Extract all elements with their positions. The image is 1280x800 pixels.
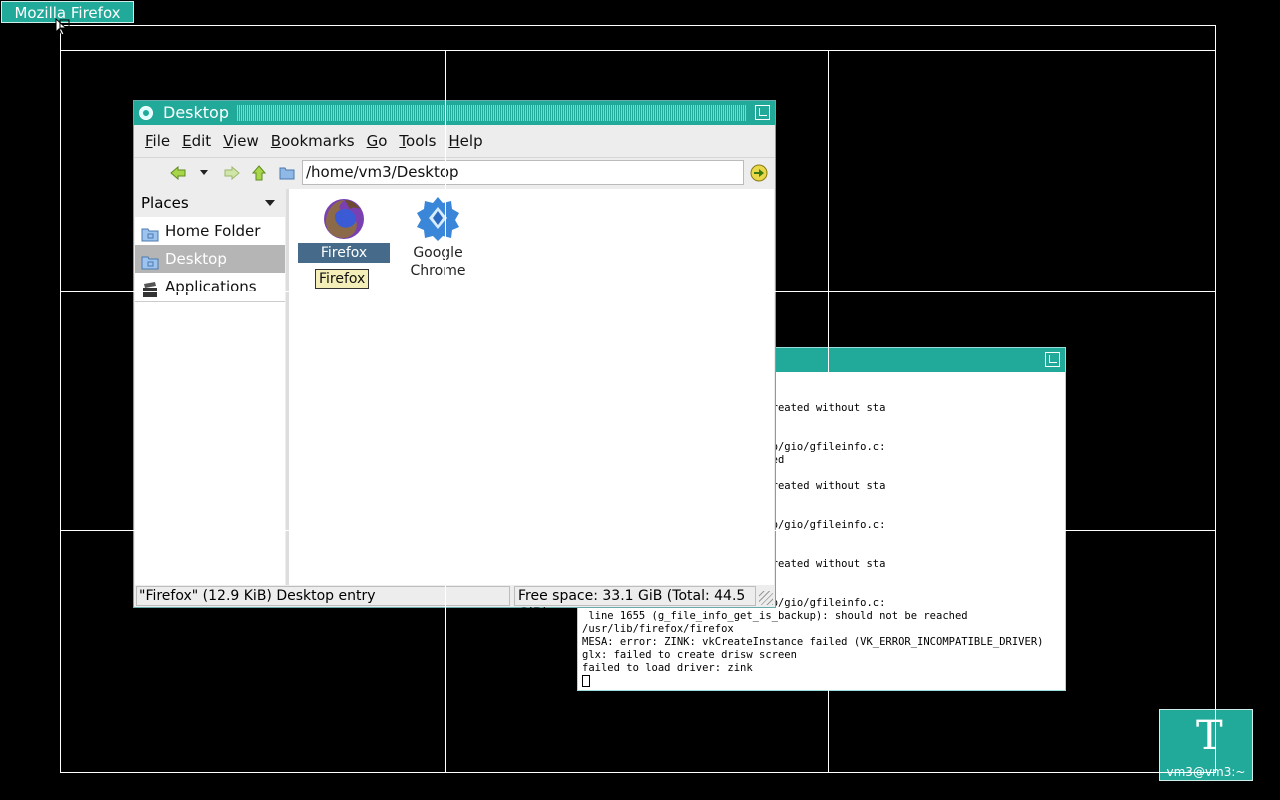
back-arrow-icon[interactable] (169, 164, 187, 182)
folder-location-icon (278, 164, 296, 182)
terminal-line: failed to load driver: zink (582, 662, 753, 674)
places-sidebar: Places Home Folder Desktop Applications (135, 189, 285, 585)
tooltip-firefox: Firefox (315, 269, 370, 289)
file-name-chrome-line1: Google (413, 245, 463, 261)
sidebar-item-label: Applications (165, 278, 257, 296)
chevron-down-icon[interactable] (265, 200, 275, 206)
toolbar: /home/vm3/Desktop (134, 157, 775, 187)
fm-title-bar[interactable]: Desktop (134, 101, 775, 125)
chrome-icon (391, 195, 485, 243)
forward-arrow-icon[interactable] (223, 164, 241, 182)
window-menu-icon[interactable] (139, 106, 153, 120)
terminal-line: line 1655 (g_file_info_get_is_backup): s… (582, 610, 968, 622)
text-cursor (582, 675, 590, 687)
mouse-pointer-icon (55, 17, 71, 36)
menu-file[interactable]: File (145, 132, 170, 150)
folder-desktop-icon (141, 251, 159, 270)
terminal-line: MESA: error: ZINK: vkCreateInstance fail… (582, 636, 1044, 648)
title-bar-stripes (237, 105, 747, 121)
menu-bookmarks[interactable]: Bookmarks (271, 132, 355, 150)
menu-go[interactable]: Go (367, 132, 388, 150)
menu-help[interactable]: Help (448, 132, 482, 150)
places-divider (135, 301, 285, 302)
file-name-chrome-line2: Chrome (410, 263, 466, 279)
file-name-firefox: Firefox (298, 243, 390, 263)
sidebar-item-label: Home Folder (165, 222, 261, 240)
menu-edit[interactable]: Edit (182, 132, 211, 150)
terminal-line: /usr/lib/firefox/firefox (582, 623, 734, 635)
history-dropdown-icon[interactable] (195, 164, 213, 182)
fm-maximize-button[interactable] (755, 105, 770, 120)
menu-bar: File Edit View Bookmarks Go Tools Help (134, 126, 775, 156)
fm-window-title: Desktop (163, 103, 229, 122)
folder-home-icon (141, 223, 159, 242)
sidebar-item-applications[interactable]: Applications (135, 273, 285, 301)
places-header-label: Places (141, 194, 189, 212)
terminal-line: glx: failed to create drisw screen (582, 649, 797, 661)
firefox-icon (297, 195, 391, 243)
file-item-google-chrome[interactable]: Google Chrome (391, 195, 485, 281)
status-free-space: Free space: 33.1 GiB (Total: 44.5 GiB) (514, 586, 756, 622)
status-selection-info: "Firefox" (12.9 KiB) Desktop entry (136, 586, 510, 606)
menu-view[interactable]: View (223, 132, 259, 150)
iconified-terminal-label: vm3@vm3:~ (1166, 765, 1246, 779)
address-input[interactable]: /home/vm3/Desktop (302, 160, 744, 185)
iconified-terminal[interactable]: T vm3@vm3:~ (1159, 709, 1253, 781)
up-arrow-icon[interactable] (250, 164, 268, 182)
sidebar-item-desktop[interactable]: Desktop (135, 245, 285, 273)
go-arrow-icon[interactable] (749, 163, 769, 183)
sidebar-item-label: Desktop (165, 250, 227, 268)
file-manager-window[interactable]: Desktop File Edit View Bookmarks Go Tools Help… (133, 100, 776, 622)
terminal-icon: T (1196, 713, 1223, 759)
status-bar: "Firefox" (12.9 KiB) Desktop entry Free … (134, 585, 775, 622)
menu-tools[interactable]: Tools (399, 132, 436, 150)
terminal-maximize-button[interactable] (1045, 352, 1060, 367)
applications-icon (141, 279, 159, 297)
file-item-firefox[interactable]: Firefox (297, 195, 391, 263)
file-view[interactable]: Firefox Firefox Google Chrome (289, 189, 774, 585)
resize-grip[interactable] (759, 591, 773, 605)
sidebar-item-home-folder[interactable]: Home Folder (135, 217, 285, 245)
places-header[interactable]: Places (135, 189, 285, 217)
